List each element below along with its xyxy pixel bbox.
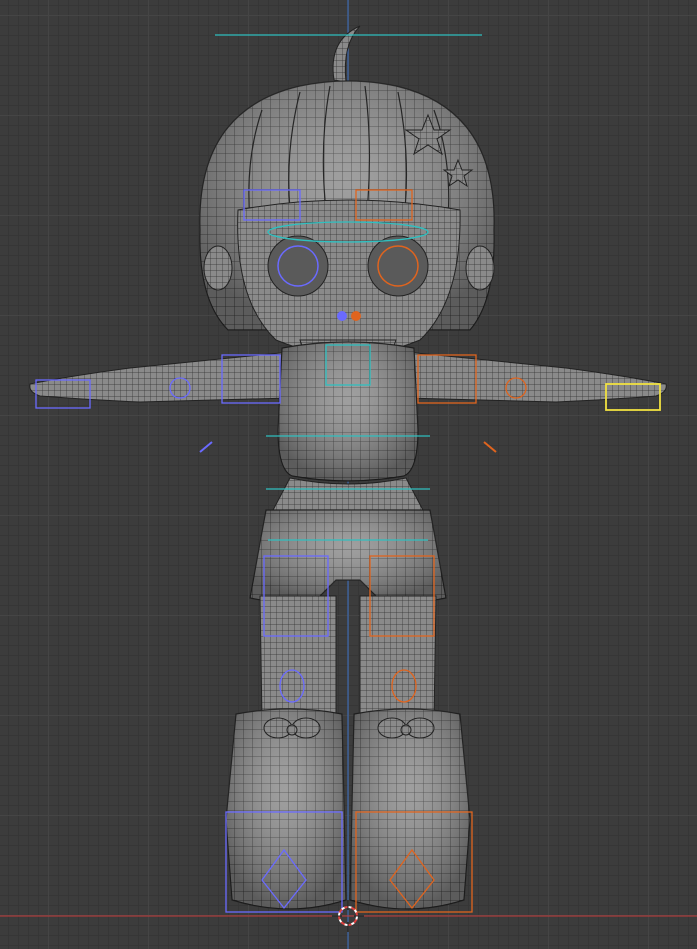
left-ear [203,245,233,291]
right-arm [405,351,667,403]
left-arm [29,351,291,403]
left-eye [267,235,329,297]
right-eye [367,235,429,297]
scene-svg [0,0,697,949]
3d-viewport[interactable] [0,0,697,949]
right-ear [465,245,495,291]
left-leg [259,595,337,721]
right-leg [359,595,437,721]
